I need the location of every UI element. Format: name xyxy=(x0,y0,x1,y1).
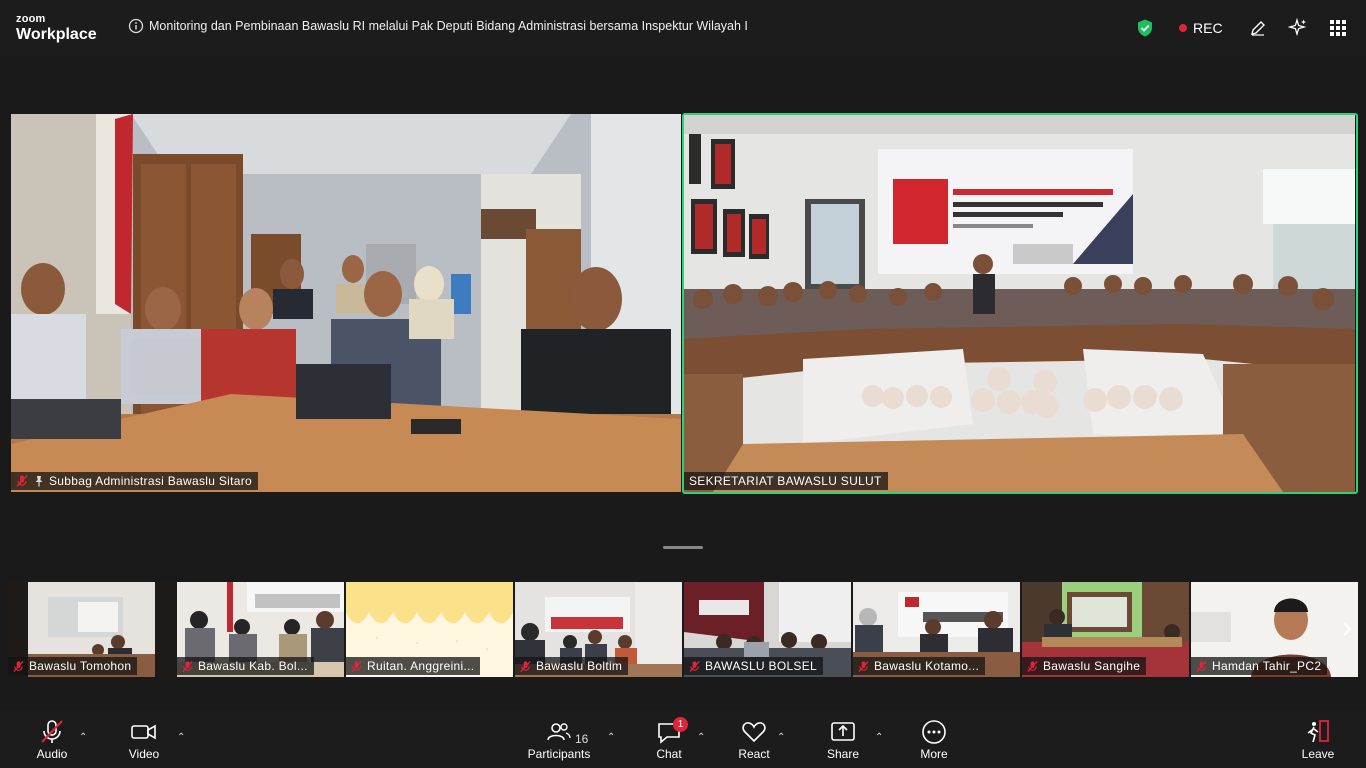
top-bar: zoom Workplace Monitoring dan Pembinaan … xyxy=(0,0,1366,56)
participant-name-label: Bawaslu Boltim xyxy=(515,657,629,675)
video-feed-office xyxy=(11,114,681,492)
participant-name-label: Bawaslu Sangihe xyxy=(1022,657,1147,675)
participant-name-label: SEKRETARIAT BAWASLU SULUT xyxy=(683,472,888,490)
filmstrip-tile-boltim[interactable]: Bawaslu Boltim xyxy=(515,582,682,677)
muted-microphone-icon xyxy=(520,660,531,672)
participant-name: Bawaslu Tomohon xyxy=(29,659,132,673)
resize-drag-handle[interactable] xyxy=(663,546,703,549)
share-button[interactable]: Share xyxy=(823,710,863,768)
muted-microphone-icon xyxy=(1196,660,1207,672)
recording-label: REC xyxy=(1193,20,1223,36)
participant-name: Ruitan. Anggreini... xyxy=(367,659,475,673)
filmstrip-next-arrow-icon[interactable] xyxy=(1336,612,1358,646)
participant-name-label: Bawaslu Kab. Bol... xyxy=(177,657,314,675)
muted-microphone-icon xyxy=(351,660,362,672)
muted-microphone-icon xyxy=(689,660,700,672)
participant-name-label: Bawaslu Tomohon xyxy=(8,657,138,675)
video-label: Video xyxy=(128,747,160,761)
react-options-caret-icon[interactable]: ⌃ xyxy=(777,732,785,743)
react-label: React xyxy=(738,747,770,761)
main-video-tile-sulut[interactable]: SEKRETARIAT BAWASLU SULUT xyxy=(683,114,1355,492)
filmstrip-tile-sangihe[interactable]: Bawaslu Sangihe xyxy=(1022,582,1189,677)
participant-name: BAWASLU BOLSEL xyxy=(705,659,818,673)
share-screen-icon xyxy=(831,722,855,741)
muted-microphone-icon xyxy=(13,660,24,672)
info-icon[interactable] xyxy=(128,18,144,34)
meeting-controls-toolbar: Audio ⌃ Video ⌃ Participants 16 ⌃ Chat 1… xyxy=(0,710,1366,768)
chat-options-caret-icon[interactable]: ⌃ xyxy=(697,732,705,743)
grid-icon xyxy=(1330,20,1346,36)
view-layout-button[interactable] xyxy=(1324,14,1352,42)
filmstrip-tile-bolsel[interactable]: BAWASLU BOLSEL xyxy=(684,582,851,677)
encryption-shield-icon[interactable] xyxy=(1135,18,1155,38)
audio-label: Audio xyxy=(36,747,68,761)
logo-line1: zoom xyxy=(16,13,46,25)
participant-name: Subbag Administrasi Bawaslu Sitaro xyxy=(49,474,252,488)
participant-name-label: Bawaslu Kotamo... xyxy=(853,657,986,675)
pin-icon xyxy=(35,476,43,487)
audio-button[interactable]: Audio xyxy=(30,710,74,768)
participant-name: Bawaslu Sangihe xyxy=(1043,659,1141,673)
share-label: Share xyxy=(826,747,860,761)
more-label: More xyxy=(920,747,948,761)
filmstrip-tile-tomohon[interactable]: Bawaslu Tomohon xyxy=(8,582,175,677)
recording-indicator[interactable]: REC xyxy=(1179,20,1223,36)
filmstrip-tile-hamdan[interactable]: Hamdan Tahir_PC2 xyxy=(1191,582,1358,677)
participant-name: SEKRETARIAT BAWASLU SULUT xyxy=(689,474,882,488)
logo-line2: Workplace xyxy=(16,26,97,43)
leave-label: Leave xyxy=(1301,747,1335,761)
heart-icon xyxy=(742,722,766,743)
leave-button[interactable]: Leave xyxy=(1298,710,1338,768)
record-dot-icon xyxy=(1179,24,1187,32)
participant-name-label: BAWASLU BOLSEL xyxy=(684,657,824,675)
audio-options-caret-icon[interactable]: ⌃ xyxy=(79,732,87,743)
participant-name-label: Ruitan. Anggreini... xyxy=(346,657,481,675)
participant-name-label: Subbag Administrasi Bawaslu Sitaro xyxy=(11,472,258,490)
muted-microphone-icon xyxy=(858,660,869,672)
chat-label: Chat xyxy=(656,747,682,761)
video-options-caret-icon[interactable]: ⌃ xyxy=(177,732,185,743)
participants-icon xyxy=(547,723,571,741)
share-options-caret-icon[interactable]: ⌃ xyxy=(875,732,883,743)
filmstrip-tile-bolmong[interactable]: Bawaslu Kab. Bol... xyxy=(177,582,344,677)
leave-door-icon xyxy=(1307,720,1329,743)
filmstrip-tile-kotamobagu[interactable]: Bawaslu Kotamo... xyxy=(853,582,1020,677)
participant-name: Bawaslu Boltim xyxy=(536,659,623,673)
muted-microphone-icon xyxy=(41,720,63,743)
participant-name: Hamdan Tahir_PC2 xyxy=(1212,659,1322,673)
meeting-title: Monitoring dan Pembinaan Bawaslu RI mela… xyxy=(149,19,748,33)
video-feed-conference-room xyxy=(683,114,1355,492)
participants-count: 16 xyxy=(575,732,589,746)
filmstrip-tile-ruitan[interactable]: Ruitan. Anggreini... xyxy=(346,582,513,677)
muted-microphone-icon xyxy=(1027,660,1038,672)
video-camera-icon xyxy=(131,724,156,740)
main-video-tile-sitaro[interactable]: Subbag Administrasi Bawaslu Sitaro xyxy=(11,114,681,492)
chat-unread-badge: 1 xyxy=(673,717,688,732)
more-ellipsis-icon xyxy=(922,720,946,744)
participant-name: Bawaslu Kab. Bol... xyxy=(198,659,308,673)
zoom-workplace-logo: zoom Workplace xyxy=(16,14,97,43)
annotate-button[interactable] xyxy=(1244,14,1272,42)
muted-microphone-icon xyxy=(182,660,193,672)
participant-name: Bawaslu Kotamo... xyxy=(874,659,980,673)
video-button[interactable]: Video xyxy=(122,710,166,768)
more-button[interactable]: More xyxy=(914,710,954,768)
participant-name-label: Hamdan Tahir_PC2 xyxy=(1191,657,1328,675)
pencil-icon xyxy=(1251,21,1265,36)
participants-label: Participants xyxy=(527,747,591,761)
participants-options-caret-icon[interactable]: ⌃ xyxy=(607,732,615,743)
muted-microphone-icon xyxy=(16,475,28,487)
react-button[interactable]: React xyxy=(734,710,774,768)
sparkle-icon xyxy=(1288,18,1307,37)
ai-companion-button[interactable] xyxy=(1284,14,1312,42)
